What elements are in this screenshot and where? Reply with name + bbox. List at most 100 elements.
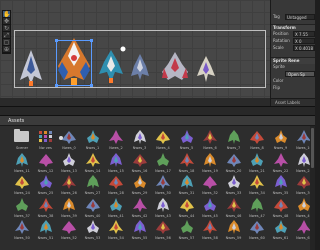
asset-item[interactable]: Nwes_17 — [153, 152, 173, 174]
asset-item[interactable]: Nwes_18 — [177, 152, 197, 174]
scene-ship-6[interactable] — [196, 54, 216, 84]
asset-item[interactable]: Nwes_57 — [177, 219, 197, 241]
asset-item[interactable]: Nwes_45 — [200, 197, 220, 219]
asset-item[interactable]: Nwes_38 — [36, 197, 56, 219]
scene-ship-5[interactable] — [160, 50, 190, 86]
asset-label: Nwes_26 — [61, 191, 77, 195]
asset-item[interactable]: Nwes_59 — [224, 219, 244, 241]
asset-item[interactable]: Nwes_35 — [271, 174, 291, 196]
asset-labels-bar[interactable]: Asset Labels — [271, 98, 315, 106]
selection-handle[interactable] — [55, 39, 58, 42]
scene-ship-4[interactable] — [130, 52, 150, 82]
asset-item[interactable]: Nwes_13 — [59, 152, 79, 174]
asset-item[interactable]: Nwes_7 — [224, 129, 244, 151]
position-x-field[interactable]: X 7.55 — [293, 31, 315, 37]
asset-item[interactable]: Nwes_15 — [106, 152, 126, 174]
ship-icon — [62, 221, 76, 234]
scale-row: Scale X 0.4018 — [271, 45, 315, 52]
asset-item[interactable]: Nwes_32 — [200, 174, 220, 196]
rect-tool-icon[interactable]: ▢ — [3, 39, 10, 46]
rotate-tool-icon[interactable]: ↻ — [3, 25, 10, 32]
asset-item[interactable]: Nwes_40 — [83, 197, 103, 219]
asset-item[interactable]: Nwes_27 — [83, 174, 103, 196]
scale-x-field[interactable]: X 0.4018 — [293, 45, 315, 51]
sprite-renderer-header[interactable]: Sprite Rene — [271, 57, 315, 64]
asset-item[interactable]: Nwes_22 — [271, 152, 291, 174]
ship-icon — [179, 152, 194, 167]
asset-item[interactable]: Nwes_54 — [106, 219, 126, 241]
transform-tool-icon[interactable]: ⊕ — [3, 46, 10, 53]
asset-item[interactable]: Nwes_60 — [247, 219, 267, 241]
asset-item[interactable]: Nwes_24 — [12, 174, 32, 196]
assets-scroll-thumb[interactable] — [311, 128, 314, 168]
asset-item[interactable]: Nwes_51 — [36, 219, 56, 241]
asset-item[interactable]: Nwes_25 — [36, 174, 56, 196]
tag-dropdown[interactable]: Untagged — [285, 14, 315, 20]
asset-label: Nwes_18 — [178, 168, 195, 173]
rotation-x-field[interactable]: X 0 — [293, 38, 315, 44]
asset-item[interactable]: Nwes_26 — [59, 174, 79, 196]
asset-item[interactable]: Nwes_31 — [177, 174, 197, 196]
asset-item[interactable]: Nwes_8 — [247, 129, 267, 151]
asset-item[interactable]: Nwes_11 — [12, 152, 32, 174]
asset-item[interactable]: Nwes_47 — [247, 197, 267, 219]
asset-label: Nwes_59 — [225, 236, 242, 240]
asset-item[interactable]: Nwes_48 — [271, 197, 291, 219]
asset-item[interactable]: Nwes_28 — [106, 174, 126, 196]
asset-label: Nwes_5 — [179, 146, 194, 150]
asset-item[interactable]: Nwes_61 — [271, 219, 291, 241]
asset-item[interactable]: Nwes_14 — [83, 152, 103, 174]
asset-item[interactable]: Nwes_20 — [224, 152, 244, 174]
asset-item[interactable]: Nwes_46 — [224, 197, 244, 219]
scene-ship-1[interactable] — [18, 48, 44, 88]
ship-icon — [86, 220, 99, 233]
color-row: Color — [271, 78, 315, 85]
asset-item[interactable]: Nwes_21 — [247, 152, 267, 174]
selection-handle[interactable] — [90, 39, 93, 42]
transform-header[interactable]: Transform — [271, 24, 315, 31]
asset-item[interactable]: Nwes_56 — [153, 219, 173, 241]
asset-item[interactable]: Nwes_12 — [36, 152, 56, 174]
scene-ship-3[interactable] — [98, 48, 124, 84]
selection-handle[interactable] — [90, 84, 93, 87]
asset-item[interactable]: Nwes_3 — [130, 129, 150, 151]
move-tool-icon[interactable]: ✥ — [3, 18, 10, 25]
asset-folder[interactable]: Scener — [12, 129, 32, 151]
asset-item[interactable]: Nwes_4 — [153, 129, 173, 151]
asset-item[interactable]: Nw ves — [36, 129, 63, 151]
open-sprite-button[interactable]: Open Sp — [285, 71, 315, 77]
asset-item[interactable]: Nwes_44 — [177, 197, 197, 219]
asset-item[interactable]: Nwes_5 — [177, 129, 197, 151]
asset-label: Nwes_31 — [178, 191, 195, 195]
asset-item[interactable]: Nwes_2 — [106, 129, 126, 151]
asset-item[interactable]: Nwes_6 — [200, 129, 220, 151]
hand-tool-icon[interactable]: ✋ — [3, 11, 10, 18]
asset-item[interactable]: Nwes_33 — [224, 174, 244, 196]
asset-item[interactable]: Nwes_55 — [130, 219, 150, 241]
scene-view[interactable]: ✋ ✥ ↻ ⤢ ▢ ⊕ — [0, 0, 270, 98]
flip-row: Flip — [271, 85, 315, 92]
asset-item[interactable]: Nwes_1 — [83, 129, 103, 151]
asset-item[interactable]: Nwes_58 — [200, 219, 220, 241]
asset-item[interactable]: Nwes_34 — [247, 174, 267, 196]
asset-item[interactable]: Nwes_19 — [200, 152, 220, 174]
asset-item[interactable]: Nwes_9 — [271, 129, 291, 151]
open-sprite-row: Open Sp — [271, 71, 315, 78]
asset-item[interactable]: Nwes_53 — [83, 219, 103, 241]
asset-item[interactable]: Nwes_41 — [106, 197, 126, 219]
asset-label: Nwes_30 — [155, 191, 171, 195]
asset-item[interactable]: Nwes_50 — [12, 219, 32, 241]
asset-item[interactable]: Nwes_42 — [130, 197, 150, 219]
asset-item[interactable]: Nwes_43 — [153, 197, 173, 219]
asset-item[interactable]: Nwes_16 — [130, 152, 150, 174]
assets-scrollbar[interactable] — [310, 126, 315, 250]
asset-item[interactable]: Nwes_52 — [59, 219, 79, 241]
asset-item[interactable]: Nwes_0 — [59, 129, 79, 151]
ship-icon — [109, 220, 123, 234]
asset-item[interactable]: Nwes_37 — [12, 197, 32, 219]
scale-tool-icon[interactable]: ⤢ — [3, 32, 10, 39]
asset-item[interactable]: Nwes_39 — [59, 197, 79, 219]
asset-item[interactable]: Nwes_30 — [153, 174, 173, 196]
asset-item[interactable]: Nwes_29 — [130, 174, 150, 196]
selection-handle[interactable] — [55, 84, 58, 87]
